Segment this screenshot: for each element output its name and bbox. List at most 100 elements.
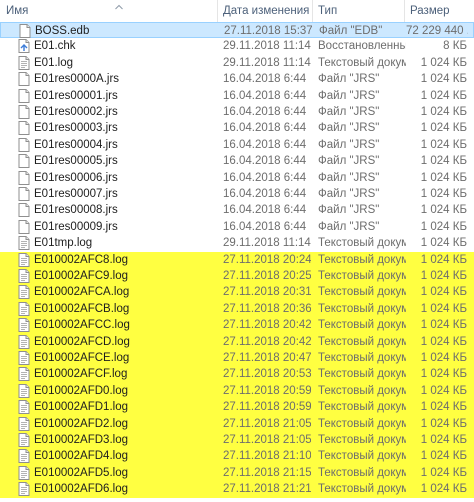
file-name: E010002AFD2.log xyxy=(34,417,128,430)
file-name: E01res00008.jrs xyxy=(34,204,118,217)
file-row[interactable]: E010002AFCE.log 27.11.2018 20:47 Текстовый… xyxy=(0,350,474,367)
file-row[interactable]: E010002AFD3.log 27.11.2018 21:05 Текстовый… xyxy=(0,432,474,449)
text-document-icon xyxy=(18,285,30,300)
file-row[interactable]: E010002AFD4.log 27.11.2018 21:10 Текстовый… xyxy=(0,448,474,465)
file-size: 1 024 КБ xyxy=(420,171,467,184)
file-name: E010002AFC9.log xyxy=(34,270,128,282)
file-type: Файл "JRS" xyxy=(318,89,380,102)
column-header-date[interactable]: Дата изменения xyxy=(218,0,313,22)
file-name: E010002AFD6.log xyxy=(34,483,128,496)
file-date-modified: 29.11.2018 11:14 xyxy=(223,40,311,53)
text-document-icon xyxy=(18,416,30,431)
file-row[interactable]: E01res00003.jrs 16.04.2018 6:44 Файл "JRS"… xyxy=(0,120,474,136)
file-date-modified: 16.04.2018 6:44 xyxy=(223,220,307,233)
file-type: Текстовый докум... xyxy=(318,352,406,364)
file-row[interactable]: E01res00007.jrs 16.04.2018 6:44 Файл "JRS"… xyxy=(0,186,474,202)
file-row[interactable]: E01res0000A.jrs 16.04.2018 6:44 Файл "JRS"… xyxy=(0,71,474,87)
file-row[interactable]: E010002AFD1.log 27.11.2018 20:59 Текстовый… xyxy=(0,399,474,416)
file-date-modified: 27.11.2018 20:59 xyxy=(223,384,311,397)
file-size: 1 024 КБ xyxy=(420,434,467,446)
blank-file-icon xyxy=(18,187,30,201)
file-row[interactable]: E01res00005.jrs 16.04.2018 6:44 Файл "JRS"… xyxy=(0,153,474,169)
file-date-modified: 29.11.2018 11:14 xyxy=(223,56,311,69)
blank-file-icon xyxy=(18,219,30,234)
file-size: 1 024 КБ xyxy=(420,270,467,282)
file-date-modified: 27.11.2018 21:05 xyxy=(223,434,311,446)
blank-file-icon xyxy=(18,121,30,136)
text-document-icon xyxy=(18,55,30,70)
text-document-icon xyxy=(18,367,30,382)
blank-file-icon xyxy=(18,72,30,87)
file-row[interactable]: E01res00002.jrs 16.04.2018 6:44 Файл "JRS"… xyxy=(0,104,474,120)
file-size: 1 024 КБ xyxy=(420,483,467,496)
file-size: 1 024 КБ xyxy=(420,401,467,414)
file-name: E010002AFCE.log xyxy=(34,352,130,364)
column-header-type[interactable]: Тип xyxy=(313,0,405,22)
file-type: Текстовый докум... xyxy=(318,253,406,266)
file-row[interactable]: E01tmp.log 29.11.2018 11:14 Текстовый доку… xyxy=(0,235,474,251)
file-row[interactable]: E01res00001.jrs 16.04.2018 6:44 Файл "JRS"… xyxy=(0,88,474,104)
file-row[interactable]: E010002AFC8.log 27.11.2018 20:24 Текстовый… xyxy=(0,251,474,268)
file-type: Текстовый докум... xyxy=(318,56,406,69)
file-type: Файл "JRS" xyxy=(318,220,380,233)
file-row[interactable]: E01res00009.jrs 16.04.2018 6:44 Файл "JRS"… xyxy=(0,219,474,235)
file-date-modified: 27.11.2018 21:05 xyxy=(223,417,311,430)
file-size: 1 024 КБ xyxy=(420,253,467,266)
file-size: 1 024 КБ xyxy=(420,450,467,463)
sort-up-icon xyxy=(115,4,123,10)
file-size: 1 024 КБ xyxy=(420,155,467,168)
file-row[interactable]: E01.chk 29.11.2018 11:14 Восстановленны...… xyxy=(0,38,474,54)
file-name: E010002AFCA.log xyxy=(34,286,130,299)
blank-file-icon xyxy=(18,154,30,169)
file-row[interactable]: E010002AFCC.log 27.11.2018 20:42 Текстовый… xyxy=(0,317,474,334)
file-row[interactable]: E010002AFD0.log 27.11.2018 20:59 Текстовый… xyxy=(0,382,474,400)
file-type: Файл "JRS" xyxy=(318,171,380,184)
file-name: E01.chk xyxy=(34,40,76,53)
file-row[interactable]: E01.log 29.11.2018 11:14 Текстовый докум..… xyxy=(0,55,474,71)
file-name: E01res0000A.jrs xyxy=(34,73,120,86)
file-date-modified: 27.11.2018 20:31 xyxy=(223,286,311,299)
file-row[interactable]: E01res00006.jrs 16.04.2018 6:44 Файл "JRS"… xyxy=(0,170,474,186)
text-document-icon xyxy=(18,383,30,398)
file-row[interactable]: E010002AFCB.log 27.11.2018 20:36 Текстовый… xyxy=(0,300,474,318)
file-date-modified: 16.04.2018 6:44 xyxy=(223,188,307,200)
column-header-size-label: Размер xyxy=(410,5,450,17)
file-type: Восстановленны... xyxy=(318,40,406,53)
file-name: E01res00005.jrs xyxy=(34,155,118,168)
file-name: E01tmp.log xyxy=(34,237,93,250)
blank-file-icon xyxy=(18,170,30,185)
file-size: 1 024 КБ xyxy=(420,106,467,118)
file-size: 1 024 КБ xyxy=(420,384,467,397)
text-document-icon xyxy=(18,318,30,333)
text-document-icon xyxy=(18,236,30,251)
file-row[interactable]: E010002AFCD.log 27.11.2018 20:42 Текстовый… xyxy=(0,333,474,350)
file-name: E01res00007.jrs xyxy=(34,188,118,200)
file-row[interactable]: E010002AFD6.log 27.11.2018 21:21 Текстовый… xyxy=(0,481,474,498)
file-type: Текстовый докум... xyxy=(318,417,406,430)
file-date-modified: 16.04.2018 6:44 xyxy=(223,171,307,184)
file-row[interactable]: E010002AFCF.log 27.11.2018 20:53 Текстовый… xyxy=(0,366,474,383)
text-document-icon xyxy=(18,433,30,447)
file-size: 1 024 КБ xyxy=(420,466,467,479)
file-date-modified: 27.11.2018 20:59 xyxy=(223,401,311,414)
column-header-name[interactable]: Имя xyxy=(0,0,218,22)
file-date-modified: 27.11.2018 21:21 xyxy=(223,483,311,496)
file-row[interactable]: E01res00008.jrs 16.04.2018 6:44 Файл "JRS"… xyxy=(0,202,474,218)
text-document-icon xyxy=(18,351,30,365)
file-row[interactable]: E010002AFD2.log 27.11.2018 21:05 Текстовый… xyxy=(0,415,474,432)
file-name: E01res00001.jrs xyxy=(34,89,118,102)
file-row[interactable]: E010002AFC9.log 27.11.2018 20:25 Текстовый… xyxy=(0,268,474,285)
file-row[interactable]: BOSS.edb 27.11.2018 15:37 Файл "EDB" 72 229… xyxy=(0,22,474,39)
file-name: E01res00009.jrs xyxy=(34,220,118,233)
file-name: E01res00006.jrs xyxy=(34,171,118,184)
file-date-modified: 27.11.2018 20:24 xyxy=(223,253,311,266)
file-type: Текстовый докум... xyxy=(318,483,406,496)
file-row[interactable]: E010002AFD5.log 27.11.2018 21:15 Текстовый… xyxy=(0,464,474,482)
file-size: 1 024 КБ xyxy=(420,319,467,332)
file-name: E01res00002.jrs xyxy=(34,106,118,118)
column-header-size[interactable]: Размер xyxy=(405,0,474,22)
file-date-modified: 16.04.2018 6:44 xyxy=(223,106,307,118)
file-row[interactable]: E01res00004.jrs 16.04.2018 6:44 Файл "JRS"… xyxy=(0,137,474,153)
file-name: E010002AFD1.log xyxy=(34,401,128,414)
file-row[interactable]: E010002AFCA.log 27.11.2018 20:31 Текстовый… xyxy=(0,284,474,301)
